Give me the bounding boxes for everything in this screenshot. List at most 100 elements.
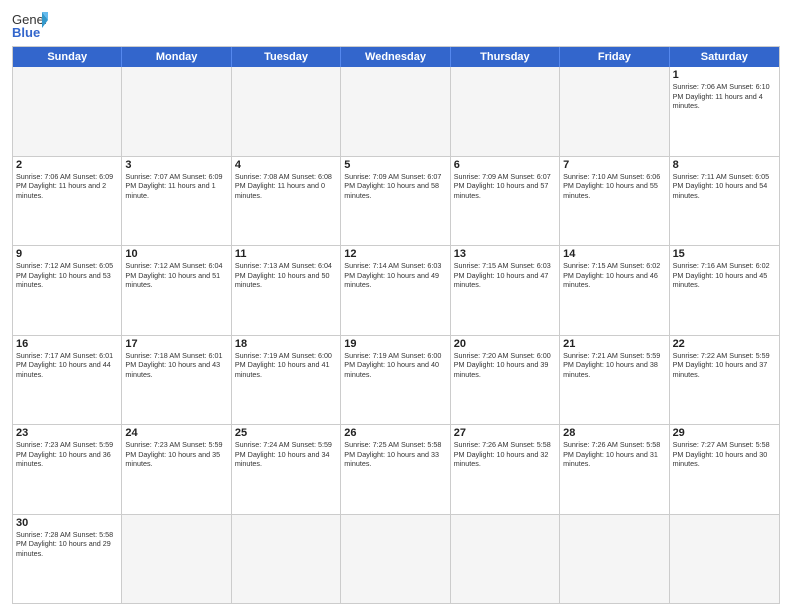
calendar-cell: 30Sunrise: 7:28 AM Sunset: 5:58 PM Dayli… bbox=[13, 515, 122, 604]
day-number: 11 bbox=[235, 248, 337, 260]
cell-info: Sunrise: 7:26 AM Sunset: 5:58 PM Dayligh… bbox=[454, 440, 556, 469]
calendar-cell: 14Sunrise: 7:15 AM Sunset: 6:02 PM Dayli… bbox=[560, 246, 669, 335]
day-number: 4 bbox=[235, 159, 337, 171]
calendar-cell: 28Sunrise: 7:26 AM Sunset: 5:58 PM Dayli… bbox=[560, 425, 669, 514]
day-number: 13 bbox=[454, 248, 556, 260]
day-number: 8 bbox=[673, 159, 776, 171]
day-number: 12 bbox=[344, 248, 446, 260]
calendar-cell: 12Sunrise: 7:14 AM Sunset: 6:03 PM Dayli… bbox=[341, 246, 450, 335]
calendar-cell: 15Sunrise: 7:16 AM Sunset: 6:02 PM Dayli… bbox=[670, 246, 779, 335]
calendar-cell: 1Sunrise: 7:06 AM Sunset: 6:10 PM Daylig… bbox=[670, 67, 779, 156]
day-number: 21 bbox=[563, 338, 665, 350]
cell-info: Sunrise: 7:17 AM Sunset: 6:01 PM Dayligh… bbox=[16, 351, 118, 380]
day-number: 30 bbox=[16, 517, 118, 529]
calendar-cell: 5Sunrise: 7:09 AM Sunset: 6:07 PM Daylig… bbox=[341, 157, 450, 246]
cell-info: Sunrise: 7:23 AM Sunset: 5:59 PM Dayligh… bbox=[125, 440, 227, 469]
day-number: 9 bbox=[16, 248, 118, 260]
cell-info: Sunrise: 7:07 AM Sunset: 6:09 PM Dayligh… bbox=[125, 172, 227, 201]
page: General Blue SundayMondayTuesdayWednesda… bbox=[0, 0, 792, 612]
day-number: 22 bbox=[673, 338, 776, 350]
cell-info: Sunrise: 7:15 AM Sunset: 6:03 PM Dayligh… bbox=[454, 261, 556, 290]
calendar-row: 2Sunrise: 7:06 AM Sunset: 6:09 PM Daylig… bbox=[13, 157, 779, 247]
calendar-cell bbox=[451, 515, 560, 604]
calendar-cell bbox=[560, 67, 669, 156]
cal-header-day: Wednesday bbox=[341, 47, 450, 67]
calendar-cell: 3Sunrise: 7:07 AM Sunset: 6:09 PM Daylig… bbox=[122, 157, 231, 246]
cell-info: Sunrise: 7:28 AM Sunset: 5:58 PM Dayligh… bbox=[16, 530, 118, 559]
header: General Blue bbox=[12, 10, 780, 40]
calendar-row: 16Sunrise: 7:17 AM Sunset: 6:01 PM Dayli… bbox=[13, 336, 779, 426]
calendar-cell: 29Sunrise: 7:27 AM Sunset: 5:58 PM Dayli… bbox=[670, 425, 779, 514]
cell-info: Sunrise: 7:11 AM Sunset: 6:05 PM Dayligh… bbox=[673, 172, 776, 201]
cell-info: Sunrise: 7:25 AM Sunset: 5:58 PM Dayligh… bbox=[344, 440, 446, 469]
day-number: 18 bbox=[235, 338, 337, 350]
cal-header-day: Saturday bbox=[670, 47, 779, 67]
calendar-cell bbox=[560, 515, 669, 604]
day-number: 14 bbox=[563, 248, 665, 260]
day-number: 25 bbox=[235, 427, 337, 439]
day-number: 19 bbox=[344, 338, 446, 350]
cell-info: Sunrise: 7:16 AM Sunset: 6:02 PM Dayligh… bbox=[673, 261, 776, 290]
day-number: 1 bbox=[673, 69, 776, 81]
calendar-cell: 26Sunrise: 7:25 AM Sunset: 5:58 PM Dayli… bbox=[341, 425, 450, 514]
cal-header-day: Sunday bbox=[13, 47, 122, 67]
cal-header-day: Thursday bbox=[451, 47, 560, 67]
calendar-cell: 17Sunrise: 7:18 AM Sunset: 6:01 PM Dayli… bbox=[122, 336, 231, 425]
day-number: 16 bbox=[16, 338, 118, 350]
calendar-row: 30Sunrise: 7:28 AM Sunset: 5:58 PM Dayli… bbox=[13, 515, 779, 604]
cell-info: Sunrise: 7:06 AM Sunset: 6:09 PM Dayligh… bbox=[16, 172, 118, 201]
cell-info: Sunrise: 7:12 AM Sunset: 6:04 PM Dayligh… bbox=[125, 261, 227, 290]
cell-info: Sunrise: 7:21 AM Sunset: 5:59 PM Dayligh… bbox=[563, 351, 665, 380]
calendar-cell: 16Sunrise: 7:17 AM Sunset: 6:01 PM Dayli… bbox=[13, 336, 122, 425]
calendar-cell: 4Sunrise: 7:08 AM Sunset: 6:08 PM Daylig… bbox=[232, 157, 341, 246]
cell-info: Sunrise: 7:19 AM Sunset: 6:00 PM Dayligh… bbox=[344, 351, 446, 380]
calendar-cell bbox=[451, 67, 560, 156]
cell-info: Sunrise: 7:24 AM Sunset: 5:59 PM Dayligh… bbox=[235, 440, 337, 469]
logo: General Blue bbox=[12, 10, 48, 40]
calendar-cell: 11Sunrise: 7:13 AM Sunset: 6:04 PM Dayli… bbox=[232, 246, 341, 335]
calendar-row: 23Sunrise: 7:23 AM Sunset: 5:59 PM Dayli… bbox=[13, 425, 779, 515]
day-number: 17 bbox=[125, 338, 227, 350]
day-number: 24 bbox=[125, 427, 227, 439]
calendar-row: 9Sunrise: 7:12 AM Sunset: 6:05 PM Daylig… bbox=[13, 246, 779, 336]
cell-info: Sunrise: 7:06 AM Sunset: 6:10 PM Dayligh… bbox=[673, 82, 776, 111]
cell-info: Sunrise: 7:09 AM Sunset: 6:07 PM Dayligh… bbox=[344, 172, 446, 201]
calendar-cell: 18Sunrise: 7:19 AM Sunset: 6:00 PM Dayli… bbox=[232, 336, 341, 425]
day-number: 6 bbox=[454, 159, 556, 171]
cell-info: Sunrise: 7:12 AM Sunset: 6:05 PM Dayligh… bbox=[16, 261, 118, 290]
calendar-cell: 9Sunrise: 7:12 AM Sunset: 6:05 PM Daylig… bbox=[13, 246, 122, 335]
calendar: SundayMondayTuesdayWednesdayThursdayFrid… bbox=[12, 46, 780, 604]
calendar-cell: 27Sunrise: 7:26 AM Sunset: 5:58 PM Dayli… bbox=[451, 425, 560, 514]
calendar-cell: 21Sunrise: 7:21 AM Sunset: 5:59 PM Dayli… bbox=[560, 336, 669, 425]
calendar-cell bbox=[122, 515, 231, 604]
generalblue-logo-icon: General Blue bbox=[12, 10, 48, 40]
cell-info: Sunrise: 7:08 AM Sunset: 6:08 PM Dayligh… bbox=[235, 172, 337, 201]
calendar-cell: 23Sunrise: 7:23 AM Sunset: 5:59 PM Dayli… bbox=[13, 425, 122, 514]
day-number: 20 bbox=[454, 338, 556, 350]
calendar-header: SundayMondayTuesdayWednesdayThursdayFrid… bbox=[13, 47, 779, 67]
calendar-cell: 22Sunrise: 7:22 AM Sunset: 5:59 PM Dayli… bbox=[670, 336, 779, 425]
day-number: 29 bbox=[673, 427, 776, 439]
svg-text:Blue: Blue bbox=[12, 25, 40, 40]
calendar-cell bbox=[670, 515, 779, 604]
calendar-cell bbox=[122, 67, 231, 156]
calendar-cell: 7Sunrise: 7:10 AM Sunset: 6:06 PM Daylig… bbox=[560, 157, 669, 246]
cell-info: Sunrise: 7:19 AM Sunset: 6:00 PM Dayligh… bbox=[235, 351, 337, 380]
day-number: 27 bbox=[454, 427, 556, 439]
day-number: 15 bbox=[673, 248, 776, 260]
cell-info: Sunrise: 7:23 AM Sunset: 5:59 PM Dayligh… bbox=[16, 440, 118, 469]
calendar-cell: 10Sunrise: 7:12 AM Sunset: 6:04 PM Dayli… bbox=[122, 246, 231, 335]
cell-info: Sunrise: 7:10 AM Sunset: 6:06 PM Dayligh… bbox=[563, 172, 665, 201]
cal-header-day: Friday bbox=[560, 47, 669, 67]
calendar-row: 1Sunrise: 7:06 AM Sunset: 6:10 PM Daylig… bbox=[13, 67, 779, 157]
cell-info: Sunrise: 7:27 AM Sunset: 5:58 PM Dayligh… bbox=[673, 440, 776, 469]
calendar-cell: 2Sunrise: 7:06 AM Sunset: 6:09 PM Daylig… bbox=[13, 157, 122, 246]
calendar-cell: 6Sunrise: 7:09 AM Sunset: 6:07 PM Daylig… bbox=[451, 157, 560, 246]
day-number: 28 bbox=[563, 427, 665, 439]
cell-info: Sunrise: 7:26 AM Sunset: 5:58 PM Dayligh… bbox=[563, 440, 665, 469]
calendar-cell: 20Sunrise: 7:20 AM Sunset: 6:00 PM Dayli… bbox=[451, 336, 560, 425]
cal-header-day: Tuesday bbox=[232, 47, 341, 67]
day-number: 2 bbox=[16, 159, 118, 171]
day-number: 23 bbox=[16, 427, 118, 439]
calendar-cell bbox=[341, 515, 450, 604]
